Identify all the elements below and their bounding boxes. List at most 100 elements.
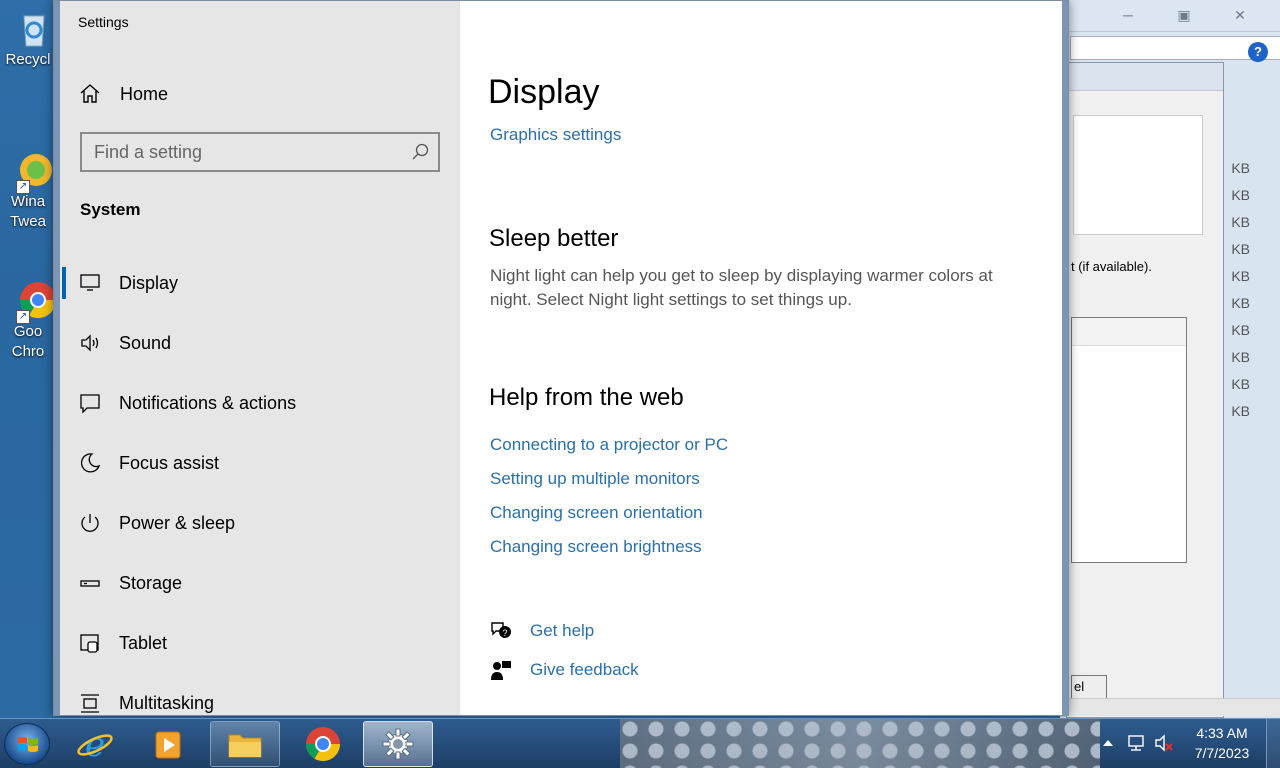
- network-icon[interactable]: [1126, 733, 1146, 753]
- monitor-icon: [80, 274, 100, 291]
- settings-content: Display Graphics settings Sleep better N…: [460, 1, 1064, 715]
- desktop-icon-label: Recycl: [5, 51, 51, 68]
- graphics-settings-link[interactable]: Graphics settings: [490, 125, 621, 145]
- dialog-panel: [1073, 115, 1203, 235]
- give-feedback-row[interactable]: Give feedback: [490, 657, 639, 683]
- size-cell: KB: [1231, 160, 1250, 176]
- taskbar: e 4:33 AM 7/7/2023: [0, 718, 1280, 768]
- taskbar-internet-explorer[interactable]: e: [60, 721, 130, 767]
- clock[interactable]: 4:33 AM 7/7/2023: [1186, 723, 1258, 763]
- svg-text:e: e: [85, 725, 105, 764]
- nav-item-display[interactable]: Display: [60, 261, 460, 305]
- desktop-icon-winaero[interactable]: ↗ Wina Twea: [0, 150, 56, 232]
- settings-window[interactable]: Settings Home System Display: [53, 0, 1069, 716]
- taskbar-settings[interactable]: [363, 721, 433, 767]
- size-cell: KB: [1231, 322, 1250, 338]
- dialog-list[interactable]: [1071, 317, 1187, 563]
- search-icon[interactable]: [410, 142, 430, 162]
- give-feedback-link[interactable]: Give feedback: [530, 660, 639, 680]
- size-cell: KB: [1231, 241, 1250, 257]
- media-player-icon: [155, 731, 181, 759]
- app-title: Settings: [78, 14, 129, 30]
- nav-item-label: Focus assist: [119, 452, 220, 473]
- background-dialog[interactable]: t (if available). el: [1066, 62, 1224, 718]
- get-help-row[interactable]: ? Get help: [490, 618, 594, 644]
- screen-brightness-link[interactable]: Changing screen brightness: [490, 537, 702, 557]
- show-hidden-icons-icon[interactable]: [1098, 733, 1118, 753]
- nav-item-storage[interactable]: Storage: [60, 561, 460, 605]
- size-cell: KB: [1231, 214, 1250, 230]
- search-input[interactable]: [94, 140, 394, 164]
- size-cell: KB: [1231, 403, 1250, 419]
- nav-item-label: Display: [119, 272, 179, 293]
- close-button[interactable]: ✕: [1220, 4, 1260, 26]
- feedback-icon: [491, 661, 511, 680]
- clock-time: 4:33 AM: [1196, 725, 1248, 741]
- clock-date: 7/7/2023: [1194, 745, 1250, 761]
- nav-item-label: Sound: [119, 332, 172, 353]
- nav-item-multitasking[interactable]: Multitasking: [60, 681, 460, 715]
- size-cell: KB: [1231, 376, 1250, 392]
- minimize-button[interactable]: ─: [1108, 4, 1148, 26]
- background-window[interactable]: ─ ▣ ✕ ? t (if available). el KB KB KB KB…: [1060, 0, 1280, 718]
- projector-link[interactable]: Connecting to a projector or PC: [490, 435, 728, 455]
- nav-item-focus-assist[interactable]: Focus assist: [60, 441, 460, 485]
- speaker-icon: [81, 334, 99, 352]
- get-help-icon: ?: [491, 622, 511, 638]
- desktop-icon-recycle-bin[interactable]: Recycl: [0, 8, 56, 70]
- get-help-link[interactable]: Get help: [530, 621, 594, 641]
- home-icon: [80, 84, 100, 103]
- nav-item-power-sleep[interactable]: Power & sleep: [60, 501, 460, 545]
- taskbar-media-player[interactable]: [133, 721, 203, 767]
- maximize-button[interactable]: ▣: [1164, 4, 1204, 26]
- sleep-better-text: Night light can help you get to sleep by…: [490, 266, 993, 309]
- chrome-icon: [306, 727, 340, 761]
- gear-icon: [382, 728, 414, 760]
- dialog-titlebar[interactable]: [1067, 63, 1223, 91]
- notification-icon: [80, 394, 100, 414]
- section-label: System: [80, 200, 141, 219]
- nav-item-tablet[interactable]: Tablet: [60, 621, 460, 665]
- desktop-icon-chrome[interactable]: ↗ Goo Chro: [0, 280, 56, 362]
- volume-muted-icon[interactable]: [1154, 733, 1174, 753]
- home-label: Home: [120, 83, 169, 104]
- moon-icon: [80, 453, 101, 473]
- nav-item-label: Multitasking: [119, 692, 215, 713]
- sleep-better-heading: Sleep better: [489, 225, 619, 252]
- nav-item-notifications[interactable]: Notifications & actions: [60, 381, 460, 425]
- start-button[interactable]: [4, 723, 50, 765]
- nav-item-label: Storage: [119, 572, 183, 593]
- nav-item-label: Power & sleep: [119, 512, 236, 533]
- storage-icon: [80, 580, 100, 587]
- nav-home[interactable]: Home: [78, 81, 168, 107]
- internet-explorer-icon: e: [77, 725, 113, 764]
- search-box[interactable]: [80, 132, 440, 172]
- dialog-text: t (if available).: [1071, 259, 1152, 274]
- taskbar-wallpaper: [620, 719, 1100, 768]
- recycle-bin-icon: [23, 15, 45, 47]
- multiple-monitors-link[interactable]: Setting up multiple monitors: [490, 469, 700, 489]
- cancel-button[interactable]: el: [1071, 675, 1107, 699]
- taskbar-chrome[interactable]: [288, 721, 358, 767]
- shortcut-arrow-icon: ↗: [16, 180, 30, 194]
- show-desktop-button[interactable]: [1266, 719, 1280, 768]
- size-cell: KB: [1231, 187, 1250, 203]
- size-cell: KB: [1231, 349, 1250, 365]
- nav-item-label: Notifications & actions: [119, 392, 297, 413]
- horizontal-scrollbar[interactable]: [1060, 698, 1280, 716]
- page-title: Display: [488, 73, 600, 111]
- multitasking-icon: [81, 694, 99, 713]
- tablet-icon: [80, 634, 99, 653]
- help-icon[interactable]: ?: [1248, 42, 1268, 62]
- taskbar-file-explorer[interactable]: [210, 721, 280, 767]
- size-column: KB KB KB KB KB KB KB KB KB KB: [1220, 160, 1250, 430]
- size-cell: KB: [1231, 295, 1250, 311]
- nav-item-sound[interactable]: Sound: [60, 321, 460, 365]
- power-icon: [81, 514, 99, 532]
- list-header: [1072, 318, 1186, 346]
- desktop-icon-label: Goo Chro: [11, 323, 45, 360]
- screen-orientation-link[interactable]: Changing screen orientation: [490, 503, 703, 523]
- svg-text:?: ?: [502, 628, 507, 638]
- windows-logo-icon: [18, 737, 38, 752]
- help-from-web-heading: Help from the web: [489, 384, 684, 411]
